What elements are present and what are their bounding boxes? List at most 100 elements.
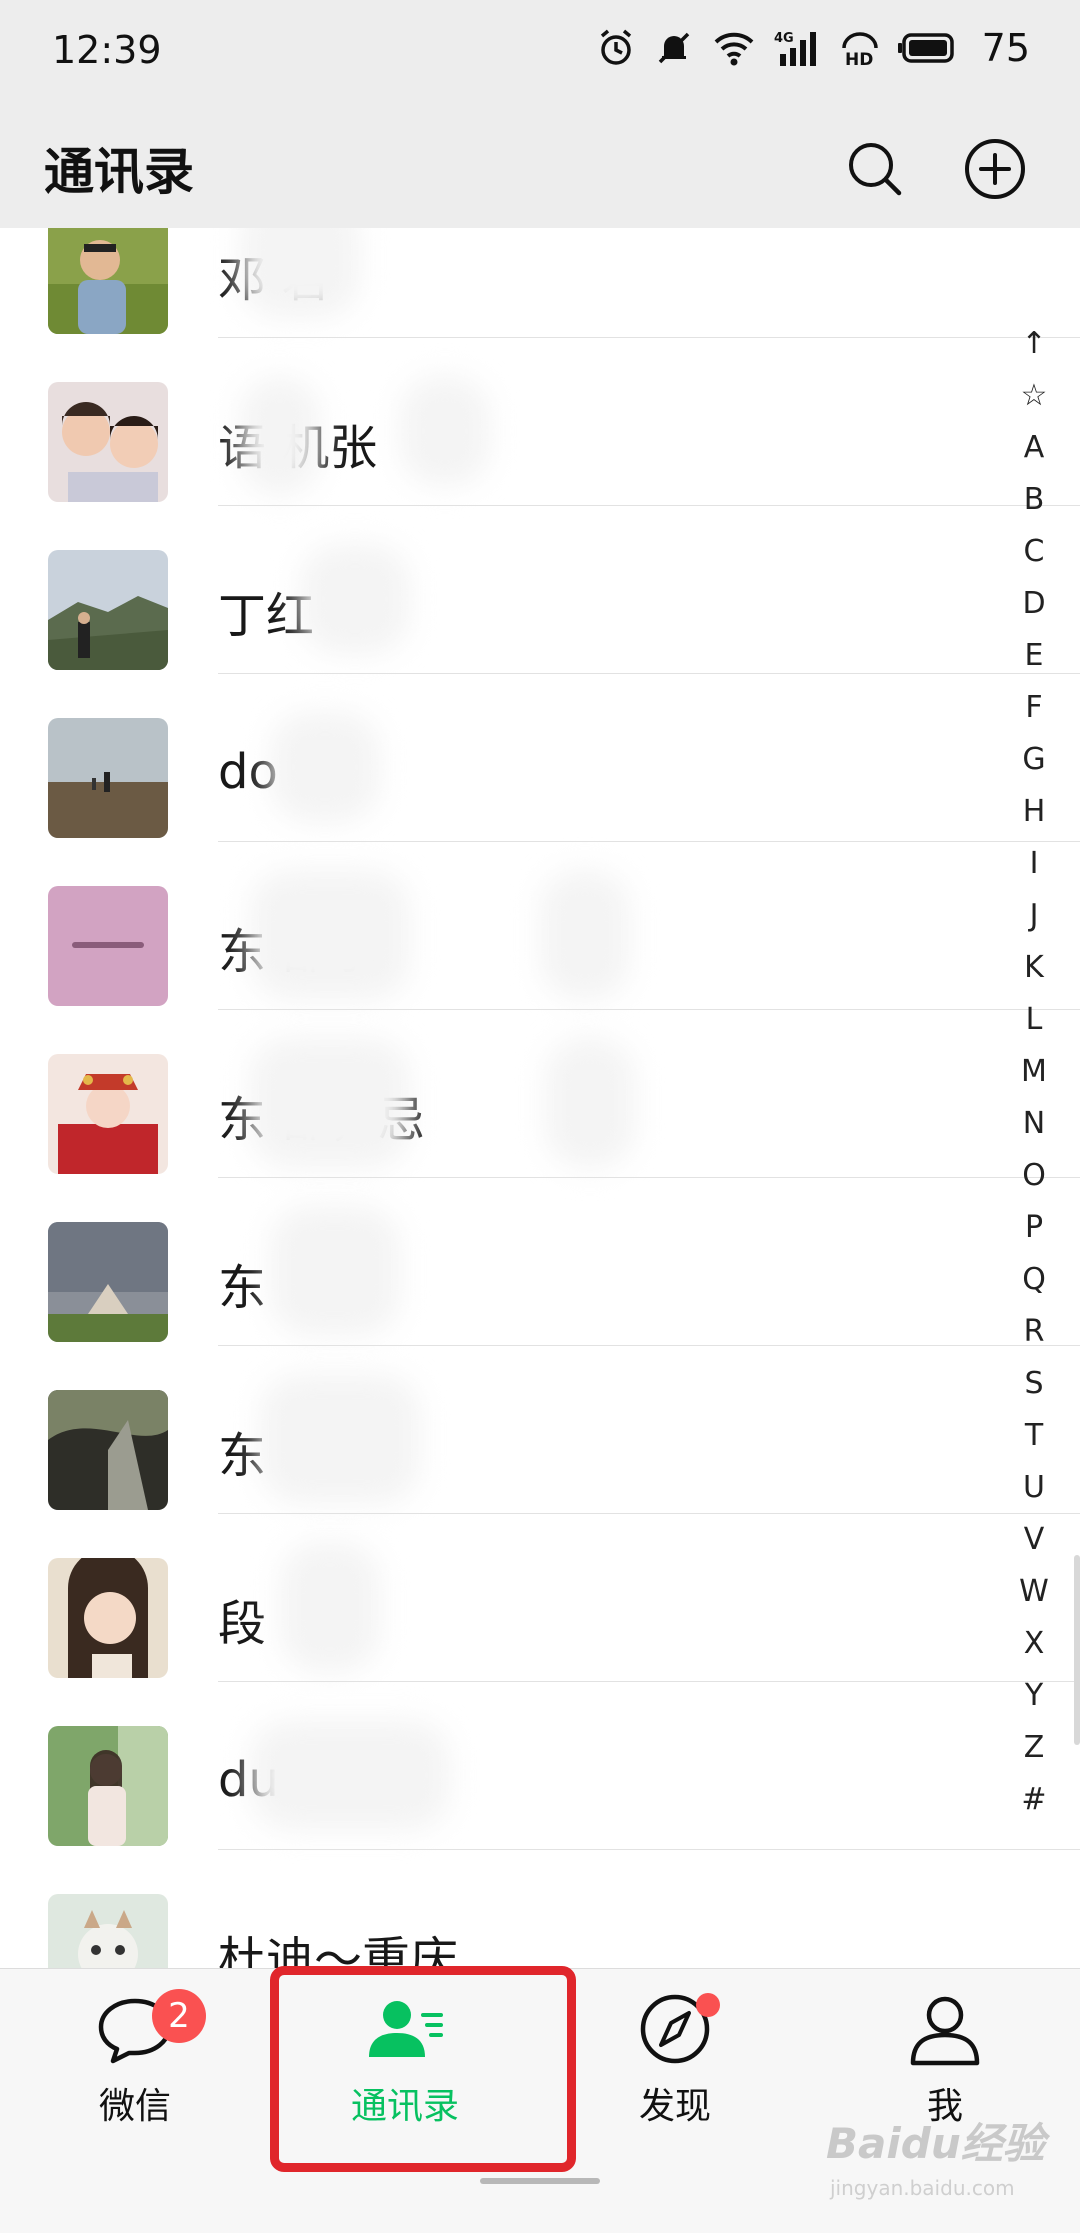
mute-bell-icon: [654, 28, 694, 68]
scrollbar[interactable]: [1074, 1555, 1080, 1745]
privacy-blur: [280, 1542, 380, 1672]
privacy-blur: [250, 1038, 410, 1168]
index-letter[interactable]: X: [1008, 1626, 1060, 1661]
contact-avatar: [48, 1222, 168, 1342]
contact-row[interactable]: 丁红: [0, 504, 1080, 674]
cellular-signal-icon: 4G: [774, 28, 822, 68]
status-bar: 12:39 4G HD 75: [0, 0, 1080, 110]
index-letter[interactable]: K: [1008, 950, 1060, 985]
search-icon: [849, 143, 902, 196]
contact-avatar: [48, 718, 168, 838]
nav-discover[interactable]: 发现: [540, 1969, 810, 2149]
index-letter[interactable]: S: [1008, 1366, 1060, 1401]
unread-badge: 2: [152, 1989, 206, 2043]
contact-avatar: [48, 382, 168, 502]
contact-avatar: [48, 1558, 168, 1678]
contact-list: 邓 君 语 机张 丁红 do 东 部李: [0, 228, 1080, 1968]
index-letter[interactable]: Z: [1008, 1730, 1060, 1765]
svg-text:HD: HD: [845, 50, 873, 68]
alarm-icon: [596, 28, 636, 68]
hd-voice-icon: HD: [840, 28, 880, 68]
index-letter[interactable]: J: [1008, 898, 1060, 933]
contact-name: 东: [218, 1260, 267, 1316]
watermark-url: jingyan.baidu.com: [830, 2176, 1015, 2200]
index-letter[interactable]: B: [1008, 482, 1060, 517]
privacy-blur: [540, 870, 630, 1000]
contact-row[interactable]: 段: [0, 1512, 1080, 1682]
privacy-blur: [240, 228, 360, 318]
contact-row[interactable]: 东: [0, 1344, 1080, 1514]
index-letter[interactable]: R: [1008, 1314, 1060, 1349]
index-letter[interactable]: F: [1008, 690, 1060, 725]
privacy-blur: [240, 376, 320, 496]
contact-row[interactable]: du: [0, 1680, 1080, 1850]
index-letter[interactable]: T: [1008, 1418, 1060, 1453]
watermark: Baidu经验: [826, 2119, 1045, 2168]
contact-name: 东: [218, 1428, 267, 1484]
contact-avatar: [48, 228, 168, 334]
privacy-blur: [270, 712, 380, 822]
search-button[interactable]: [830, 124, 920, 214]
contact-avatar: [48, 1390, 168, 1510]
index-top[interactable]: ↑: [1008, 326, 1060, 361]
contact-avatar: [48, 1726, 168, 1846]
index-letter[interactable]: G: [1008, 742, 1060, 777]
contact-row[interactable]: 东: [0, 1176, 1080, 1346]
index-letter[interactable]: U: [1008, 1470, 1060, 1505]
privacy-blur: [250, 1720, 450, 1830]
index-letter[interactable]: N: [1008, 1106, 1060, 1141]
add-button[interactable]: [950, 124, 1040, 214]
status-time: 12:39: [52, 28, 162, 72]
index-letter[interactable]: P: [1008, 1210, 1060, 1245]
contact-avatar: [48, 886, 168, 1006]
status-icons: 4G HD 75: [596, 26, 1030, 70]
privacy-blur: [545, 1038, 635, 1168]
privacy-blur: [250, 870, 410, 1000]
contact-row[interactable]: do: [0, 672, 1080, 842]
index-letter[interactable]: C: [1008, 534, 1060, 569]
nav-chats[interactable]: 2 微信: [0, 1969, 270, 2149]
index-letter[interactable]: L: [1008, 1002, 1060, 1037]
nav-chats-label: 微信: [98, 2086, 171, 2127]
index-letter[interactable]: M: [1008, 1054, 1060, 1089]
index-letter[interactable]: A: [1008, 430, 1060, 465]
nav-discover-label: 发现: [638, 2086, 711, 2127]
index-star[interactable]: ☆: [1008, 378, 1060, 413]
contact-avatar: [48, 1054, 168, 1174]
home-indicator[interactable]: [480, 2178, 600, 2184]
contact-row[interactable]: 杜迪～重庆: [0, 1848, 1080, 1968]
index-hash[interactable]: #: [1008, 1782, 1060, 1817]
title-bar: 通讯录: [0, 110, 1080, 228]
index-letter[interactable]: Q: [1008, 1262, 1060, 1297]
privacy-blur: [270, 1206, 400, 1336]
privacy-blur: [260, 1374, 420, 1504]
contact-row[interactable]: 语 机张: [0, 336, 1080, 506]
contact-name: 杜迪～重庆: [218, 1932, 459, 1968]
index-letter[interactable]: D: [1008, 586, 1060, 621]
index-letter[interactable]: O: [1008, 1158, 1060, 1193]
index-letter[interactable]: W: [1008, 1574, 1060, 1609]
index-letter[interactable]: Y: [1008, 1678, 1060, 1713]
index-letter[interactable]: I: [1008, 846, 1060, 881]
contact-name: do: [218, 744, 278, 800]
contact-avatar: [48, 550, 168, 670]
index-letter[interactable]: V: [1008, 1522, 1060, 1557]
index-letter[interactable]: H: [1008, 794, 1060, 829]
annotation-highlight-box: [270, 1966, 576, 2172]
battery-level: 75: [981, 26, 1030, 70]
privacy-blur: [400, 376, 490, 486]
plus-circle-icon: [965, 139, 1025, 199]
svg-text:4G: 4G: [774, 31, 794, 46]
new-moments-dot: [696, 1993, 720, 2017]
page-title: 通讯录: [44, 143, 194, 201]
index-letter[interactable]: E: [1008, 638, 1060, 673]
wifi-icon: [712, 28, 756, 68]
person-icon: [910, 1996, 980, 2066]
contact-name: 段: [218, 1596, 267, 1652]
contact-row[interactable]: 东 部李: [0, 840, 1080, 1010]
battery-icon: [897, 31, 958, 65]
privacy-blur: [300, 544, 410, 654]
contact-row[interactable]: 东 部，忌: [0, 1008, 1080, 1178]
contact-avatar: [48, 1894, 168, 1968]
contact-row[interactable]: 邓 君: [0, 228, 1080, 338]
